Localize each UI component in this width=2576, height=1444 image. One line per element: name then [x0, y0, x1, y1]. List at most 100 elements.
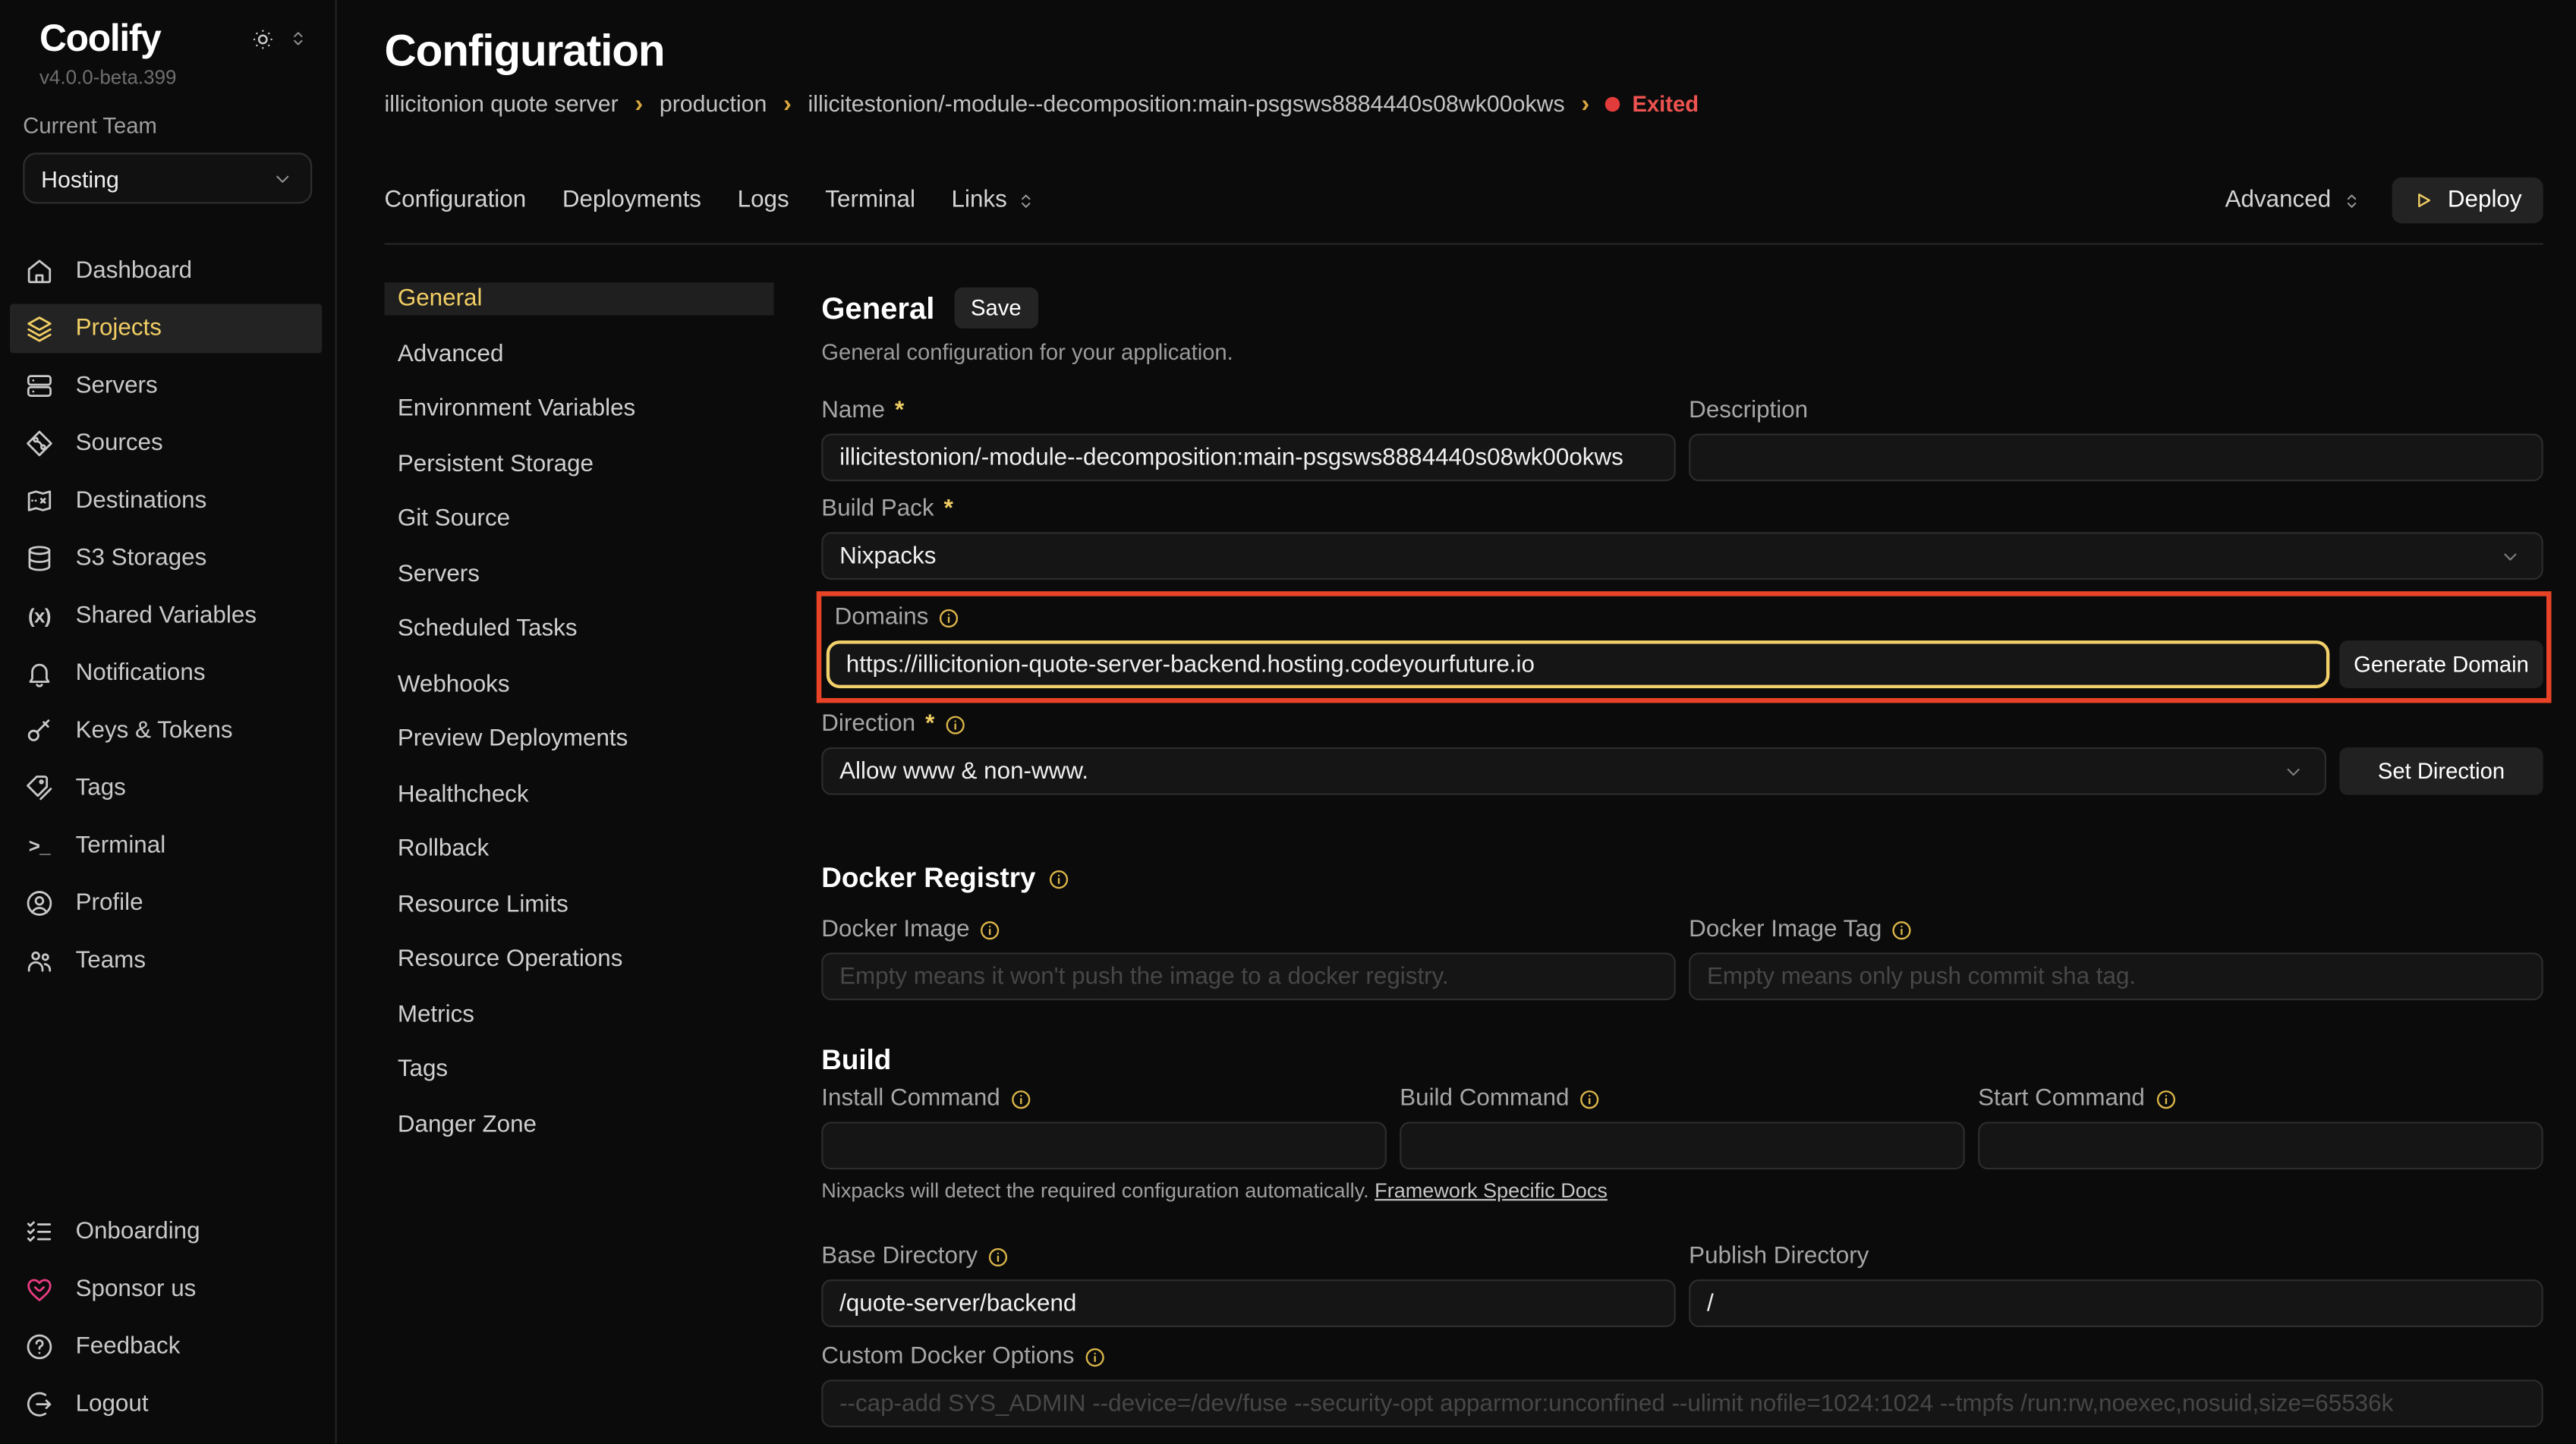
sidebar-item-tags[interactable]: Tags — [10, 763, 322, 812]
git-source-icon — [24, 428, 54, 458]
subnav-item-webhooks[interactable]: Webhooks — [385, 668, 774, 700]
direction-row: Allow www & non-www. Set Direction — [821, 747, 2543, 795]
framework-docs-link[interactable]: Framework Specific Docs — [1375, 1179, 1608, 1202]
deploy-button[interactable]: Deploy — [2392, 178, 2543, 224]
breadcrumb-project[interactable]: illicitonion quote server — [385, 90, 619, 117]
tab-configuration[interactable]: Configuration — [385, 187, 527, 214]
subnav-item-resource-operations[interactable]: Resource Operations — [385, 942, 774, 975]
description-field-group: Description — [1689, 398, 2543, 481]
label-text: Docker Image Tag — [1689, 917, 1882, 943]
subnav-item-advanced[interactable]: Advanced — [385, 338, 774, 370]
base-directory-input[interactable] — [821, 1279, 1676, 1327]
sidebar-item-logout[interactable]: Logout — [10, 1379, 322, 1428]
info-icon[interactable] — [1049, 868, 1070, 889]
start-command-input[interactable] — [1978, 1122, 2543, 1169]
info-icon[interactable] — [944, 713, 965, 735]
docker-image-tag-input[interactable] — [1689, 952, 2543, 1000]
tab-links[interactable]: Links — [952, 187, 1037, 214]
subnav-item-metrics[interactable]: Metrics — [385, 998, 774, 1030]
advanced-dropdown[interactable]: Advanced — [2225, 187, 2363, 214]
tab-logs[interactable]: Logs — [738, 187, 789, 214]
save-button[interactable]: Save — [954, 288, 1038, 329]
chevron-down-icon — [2282, 760, 2305, 782]
build-pack-select[interactable]: Nixpacks — [821, 532, 2543, 580]
sidebar-item-dashboard[interactable]: Dashboard — [10, 246, 322, 295]
subnav-item-scheduled-tasks[interactable]: Scheduled Tasks — [385, 612, 774, 645]
label-text: Domains — [835, 605, 929, 631]
sidebar-item-label: Projects — [76, 315, 162, 341]
sidebar-item-keys-tokens[interactable]: Keys & Tokens — [10, 706, 322, 755]
sidebar-item-servers[interactable]: Servers — [10, 360, 322, 410]
breadcrumb-environment[interactable]: production — [660, 90, 767, 117]
note-text: Nixpacks will detect the required config… — [821, 1179, 1368, 1202]
direction-select[interactable]: Allow www & non-www. — [821, 747, 2326, 795]
info-icon[interactable] — [1891, 919, 1913, 940]
tab-terminal[interactable]: Terminal — [825, 187, 915, 214]
sidebar-item-label: Feedback — [76, 1333, 181, 1360]
deploy-label: Deploy — [2448, 187, 2522, 214]
sidebar-item-shared-variables[interactable]: (x)Shared Variables — [10, 590, 322, 640]
info-icon[interactable] — [2155, 1088, 2176, 1109]
subnav-item-persistent-storage[interactable]: Persistent Storage — [385, 448, 774, 480]
sidebar-item-projects[interactable]: Projects — [10, 303, 322, 352]
subnav-item-rollback[interactable]: Rollback — [385, 832, 774, 865]
sidebar-item-s3-storages[interactable]: S3 Storages — [10, 533, 322, 582]
subnav-item-environment-variables[interactable]: Environment Variables — [385, 392, 774, 425]
sidebar-item-profile[interactable]: Profile — [10, 878, 322, 927]
build-command-input[interactable] — [1400, 1122, 1965, 1169]
label-text: Publish Directory — [1689, 1244, 1869, 1270]
team-select[interactable]: Hosting — [23, 153, 312, 203]
build-heading: Build — [821, 1045, 2543, 1077]
key-icon — [24, 716, 54, 745]
tab-label: Logs — [738, 187, 789, 214]
sidebar-item-terminal[interactable]: >_Terminal — [10, 820, 322, 870]
custom-docker-options-input[interactable] — [821, 1380, 2543, 1427]
sidebar-item-label: Sponsor us — [76, 1276, 197, 1302]
description-input[interactable] — [1689, 433, 2543, 481]
sidebar-item-label: Terminal — [76, 832, 166, 858]
tabs-divider — [385, 243, 2543, 244]
subnav-item-servers[interactable]: Servers — [385, 558, 774, 590]
docker-image-input[interactable] — [821, 952, 1676, 1000]
breadcrumb-application[interactable]: illicitestonion/-module--decomposition:m… — [808, 90, 1565, 117]
subnav-item-healthcheck[interactable]: Healthcheck — [385, 778, 774, 810]
tab-deployments[interactable]: Deployments — [562, 187, 701, 214]
label-text: Start Command — [1978, 1086, 2145, 1112]
label-text: Docker Image — [821, 917, 969, 943]
general-form: General Save General configuration for y… — [821, 288, 2543, 1444]
install-command-group: Install Command — [821, 1086, 1387, 1169]
subnav-item-git-source[interactable]: Git Source — [385, 502, 774, 535]
name-input[interactable] — [821, 433, 1676, 481]
info-icon[interactable] — [987, 1246, 1009, 1267]
app-logo: Coolify — [39, 17, 161, 61]
info-icon[interactable] — [1010, 1088, 1031, 1109]
info-icon[interactable] — [938, 607, 959, 628]
sun-icon[interactable] — [250, 26, 276, 52]
subnav-item-tags[interactable]: Tags — [385, 1052, 774, 1085]
sidebar-item-label: Destinations — [76, 487, 207, 514]
sidebar-item-destinations[interactable]: Destinations — [10, 476, 322, 525]
subnav-item-resource-limits[interactable]: Resource Limits — [385, 888, 774, 920]
section-title: General — [821, 290, 934, 326]
sidebar-item-feedback[interactable]: Feedback — [10, 1321, 322, 1370]
subnav-item-danger-zone[interactable]: Danger Zone — [385, 1108, 774, 1140]
set-direction-button[interactable]: Set Direction — [2339, 747, 2543, 795]
info-icon[interactable] — [980, 919, 1001, 940]
sidebar-item-onboarding[interactable]: Onboarding — [10, 1206, 322, 1256]
advanced-label: Advanced — [2225, 187, 2332, 214]
subnav-item-preview-deployments[interactable]: Preview Deployments — [385, 722, 774, 755]
publish-directory-input[interactable] — [1689, 1279, 2543, 1327]
install-command-input[interactable] — [821, 1122, 1387, 1169]
info-icon[interactable] — [1084, 1346, 1105, 1367]
domains-input[interactable] — [827, 640, 2330, 688]
info-icon[interactable] — [1579, 1088, 1600, 1109]
subnav-item-general[interactable]: General — [385, 282, 774, 315]
docker-image-group: Docker Image — [821, 917, 1676, 1000]
section-header: General Save — [821, 288, 2543, 329]
generate-domain-button[interactable]: Generate Domain — [2339, 640, 2543, 688]
theme-chevrons-icon[interactable] — [288, 28, 309, 49]
sidebar-item-teams[interactable]: Teams — [10, 936, 322, 985]
sidebar-item-notifications[interactable]: Notifications — [10, 648, 322, 697]
sidebar-item-sources[interactable]: Sources — [10, 418, 322, 467]
sidebar-item-sponsor-us[interactable]: Sponsor us — [10, 1264, 322, 1313]
